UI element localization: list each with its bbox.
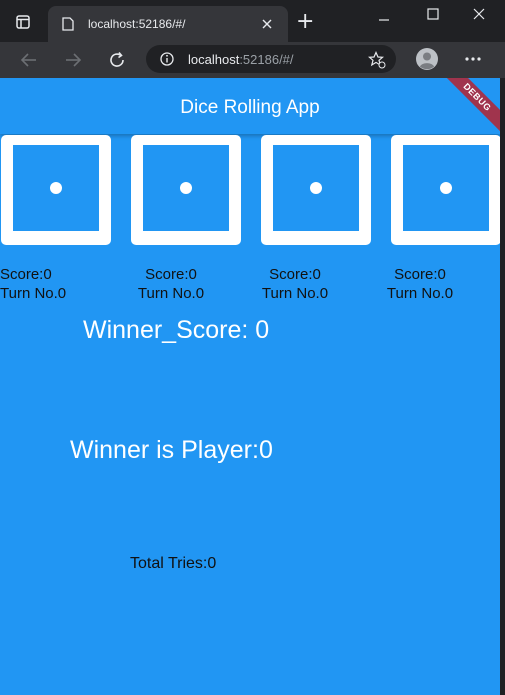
total-tries: Total Tries:0 (130, 555, 217, 572)
minimize-icon[interactable] (378, 14, 390, 26)
die-pip (440, 182, 452, 194)
close-tab-icon[interactable] (262, 19, 272, 29)
die-player-1[interactable] (1, 135, 111, 245)
maximize-icon[interactable] (427, 8, 439, 20)
player-4-score: Score:0 (394, 266, 446, 283)
winner-score: Winner_Score: 0 (83, 316, 270, 344)
die-face (143, 145, 229, 231)
die-pip (180, 182, 192, 194)
die-player-2[interactable] (131, 135, 241, 245)
tab-title: localhost:52186/#/ (88, 17, 186, 31)
winner-player: Winner is Player:0 (70, 436, 273, 464)
address-bar[interactable]: localhost:52186/#/ (146, 45, 396, 73)
close-window-icon[interactable] (473, 8, 485, 20)
player-4-turn: Turn No.0 (386, 285, 454, 302)
player-2-turn: Turn No.0 (137, 285, 205, 302)
player-4-info: Score:0 Turn No.0 (380, 265, 460, 303)
player-1-info: Score:0 Turn No.0 (0, 265, 66, 303)
forward-icon[interactable] (64, 52, 82, 68)
browser-tab[interactable]: localhost:52186/#/ (48, 6, 288, 42)
player-1-turn: Turn No.0 (0, 285, 67, 302)
die-face (273, 145, 359, 231)
app-viewport: Dice Rolling App DEBUG Score:0 Turn No.0… (0, 78, 500, 695)
player-3-turn: Turn No.0 (261, 285, 329, 302)
app-bar: Dice Rolling App (0, 78, 500, 134)
player-1-score: Score:0 (0, 266, 52, 283)
url-path: :52186/#/ (239, 52, 294, 67)
app-title: Dice Rolling App (180, 97, 320, 118)
profile-avatar-icon[interactable] (416, 48, 438, 70)
die-face (403, 145, 489, 231)
new-tab-icon[interactable]: + (296, 9, 314, 34)
tab-strip: localhost:52186/#/ + (0, 0, 505, 42)
die-face (13, 145, 99, 231)
player-3-score: Score:0 (269, 266, 321, 283)
player-3-info: Score:0 Turn No.0 (255, 265, 335, 303)
reload-icon[interactable] (108, 51, 126, 69)
die-pip (310, 182, 322, 194)
player-2-info: Score:0 Turn No.0 (131, 265, 211, 303)
favicon-globe-icon (62, 17, 74, 31)
more-menu-icon[interactable] (465, 57, 481, 61)
die-player-3[interactable] (261, 135, 371, 245)
window-icon[interactable] (16, 15, 30, 29)
back-icon[interactable] (20, 52, 38, 68)
site-info-icon[interactable] (160, 52, 174, 66)
url-host: localhost (188, 52, 240, 67)
player-2-score: Score:0 (145, 266, 197, 283)
die-player-4[interactable] (391, 135, 500, 245)
url-text[interactable]: localhost:52186/#/ (188, 52, 294, 67)
favorite-star-icon[interactable] (368, 51, 386, 69)
die-pip (50, 182, 62, 194)
